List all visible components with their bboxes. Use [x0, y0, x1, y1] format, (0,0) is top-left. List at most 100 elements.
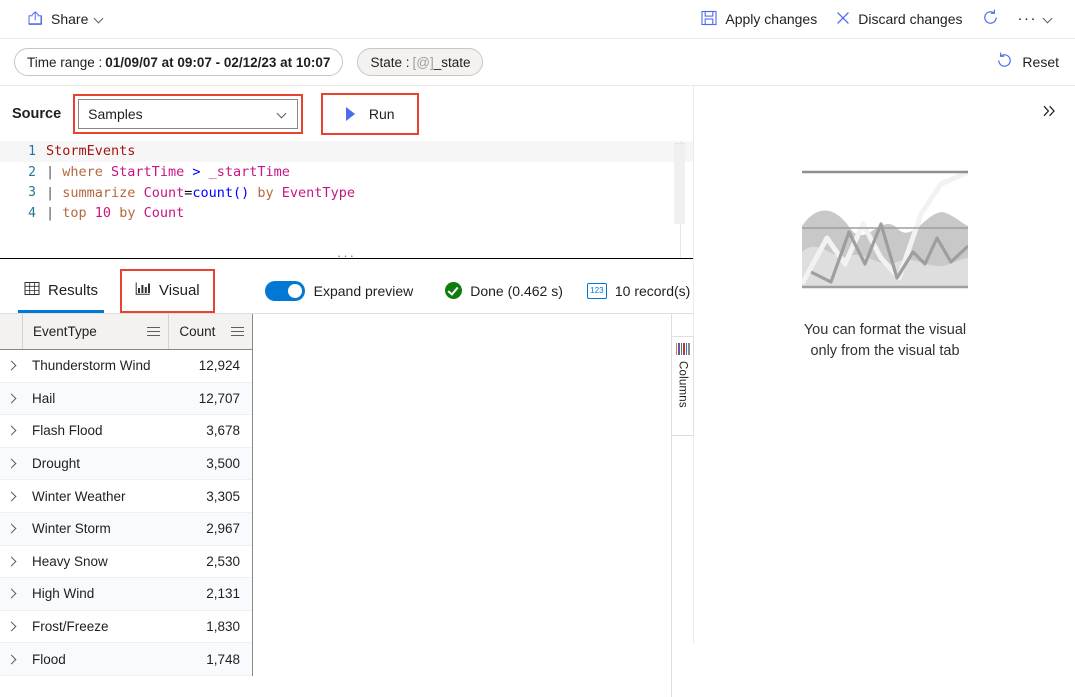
cell-count: 3,305 [206, 488, 240, 504]
source-label: Source [12, 105, 62, 122]
code-line[interactable]: 2 | where StartTime > _startTime [0, 162, 693, 183]
table-row[interactable]: Frost/Freeze 1,830 [0, 611, 252, 644]
table-icon [24, 281, 40, 300]
record-count: 123 10 record(s) [586, 282, 690, 299]
line-number: 2 [28, 164, 36, 180]
cell-eventtype: Flash Flood [32, 423, 103, 439]
code-token: summarize [62, 184, 136, 201]
cell-eventtype: High Wind [32, 586, 95, 602]
row-expand-chevron-icon[interactable] [0, 362, 22, 369]
save-icon [700, 9, 718, 30]
cell-eventtype: Frost/Freeze [32, 619, 109, 635]
line-number: 1 [28, 143, 36, 159]
query-editor[interactable]: 1 StormEvents 2 | where StartTime > _startT… [0, 141, 693, 258]
visual-empty-state: You can format the visual only from the … [695, 166, 1075, 362]
more-options-button[interactable]: ··· [1009, 3, 1064, 35]
cell-eventtype: Winter Weather [32, 488, 126, 504]
cell-eventtype: Heavy Snow [32, 553, 108, 569]
results-grid-header: EventType Count [0, 314, 252, 350]
row-expand-chevron-icon[interactable] [0, 460, 22, 467]
row-expand-chevron-icon[interactable] [0, 558, 22, 565]
row-expand-chevron-icon[interactable] [0, 623, 22, 630]
table-row[interactable]: Thunderstorm Wind 12,924 [0, 350, 252, 383]
time-range-pill[interactable]: Time range : 01/09/07 at 09:07 - 02/12/2… [14, 48, 344, 76]
tab-visual[interactable]: Visual [122, 272, 213, 310]
column-header-count-label: Count [179, 324, 216, 339]
undo-icon [995, 51, 1014, 73]
cell-count: 2,530 [206, 553, 240, 569]
code-token: 10 [94, 205, 112, 222]
column-header-count[interactable]: Count [168, 314, 252, 349]
run-button[interactable]: Run [326, 97, 415, 130]
refresh-button[interactable] [972, 3, 1009, 35]
table-row[interactable]: Heavy Snow 2,530 [0, 546, 252, 579]
source-select-value: Samples [88, 105, 143, 122]
cell-eventtype: Hail [32, 390, 56, 406]
columns-panel-tab[interactable]: Columns [671, 336, 694, 436]
row-expand-chevron-icon[interactable] [0, 395, 22, 402]
chevron-double-right-icon [1043, 105, 1055, 117]
results-grid-body: Thunderstorm Wind 12,924 Hail 12,707 Flash F… [0, 350, 252, 676]
tab-results[interactable]: Results [10, 268, 112, 313]
chart-placeholder-illustration [801, 166, 969, 294]
table-row[interactable]: Hail 12,707 [0, 382, 252, 416]
column-header-eventtype[interactable]: EventType [22, 314, 168, 349]
cell-eventtype: Flood [32, 651, 66, 667]
pane-splitter[interactable]: ··· [0, 249, 693, 268]
cell-count: 2,967 [206, 521, 240, 537]
row-expand-chevron-icon[interactable] [0, 590, 22, 597]
row-expand-chevron-icon[interactable] [0, 493, 22, 500]
editor-scrollbar[interactable] [674, 143, 685, 224]
apply-changes-button[interactable]: Apply changes [691, 3, 826, 35]
code-token: where [62, 164, 103, 181]
row-expand-chevron-icon[interactable] [0, 525, 22, 532]
table-row[interactable]: High Wind 2,131 [0, 578, 252, 611]
row-expand-chevron-icon[interactable] [0, 427, 22, 434]
source-select[interactable]: Samples [78, 98, 299, 129]
share-button[interactable]: Share [18, 3, 114, 35]
run-label: Run [368, 105, 395, 122]
chevron-down-icon[interactable] [95, 14, 105, 24]
cell-count: 3,500 [206, 456, 240, 472]
reset-label: Reset [1022, 54, 1059, 70]
table-row[interactable]: Flood 1,748 [0, 643, 252, 676]
expand-preview-toggle[interactable] [264, 280, 305, 301]
code-line[interactable]: 1 StormEvents [0, 141, 693, 162]
expand-preview-toggle-group[interactable]: Expand preview [264, 280, 413, 301]
code-lines[interactable]: 1 StormEvents 2 | where StartTime > _startT… [0, 141, 693, 224]
code-line[interactable]: 4 | top 10 by Count [0, 203, 693, 224]
refresh-icon [981, 8, 1000, 30]
table-row[interactable]: Winter Storm 2,967 [0, 512, 252, 546]
table-row[interactable]: Drought 3,500 [0, 447, 252, 481]
state-value-prefix: [@] [412, 54, 434, 70]
column-menu-icon[interactable] [147, 324, 161, 339]
table-row[interactable]: Flash Flood 3,678 [0, 415, 252, 448]
code-token: top [62, 205, 87, 222]
query-status: Done (0.462 s) [445, 282, 563, 299]
code-token: | [46, 164, 63, 181]
table-row[interactable]: Winter Weather 3,305 [0, 480, 252, 513]
column-menu-icon[interactable] [231, 324, 244, 339]
code-token: count() [192, 184, 250, 201]
expand-panel-button[interactable] [1037, 98, 1063, 124]
visual-pane: You can format the visual only from the … [695, 86, 1075, 644]
cell-count: 12,924 [198, 358, 240, 374]
state-value: _state [433, 54, 471, 70]
share-label: Share [51, 11, 89, 27]
discard-changes-button[interactable]: Discard changes [826, 3, 971, 35]
time-range-label: Time range : [27, 54, 103, 70]
state-pill[interactable]: State : [@] _state [357, 48, 484, 76]
splitter-grip-icon: ··· [337, 248, 356, 263]
row-expand-chevron-icon[interactable] [0, 656, 22, 663]
chevron-down-icon[interactable] [1044, 14, 1054, 24]
tab-visual-highlight: Visual [120, 268, 215, 313]
code-token: by [119, 205, 136, 222]
code-line[interactable]: 3 | summarize Count=count() by EventType [0, 182, 693, 203]
code-token: _startTime [208, 164, 290, 181]
reset-button[interactable]: Reset [995, 51, 1059, 73]
code-token: Count [143, 205, 185, 222]
